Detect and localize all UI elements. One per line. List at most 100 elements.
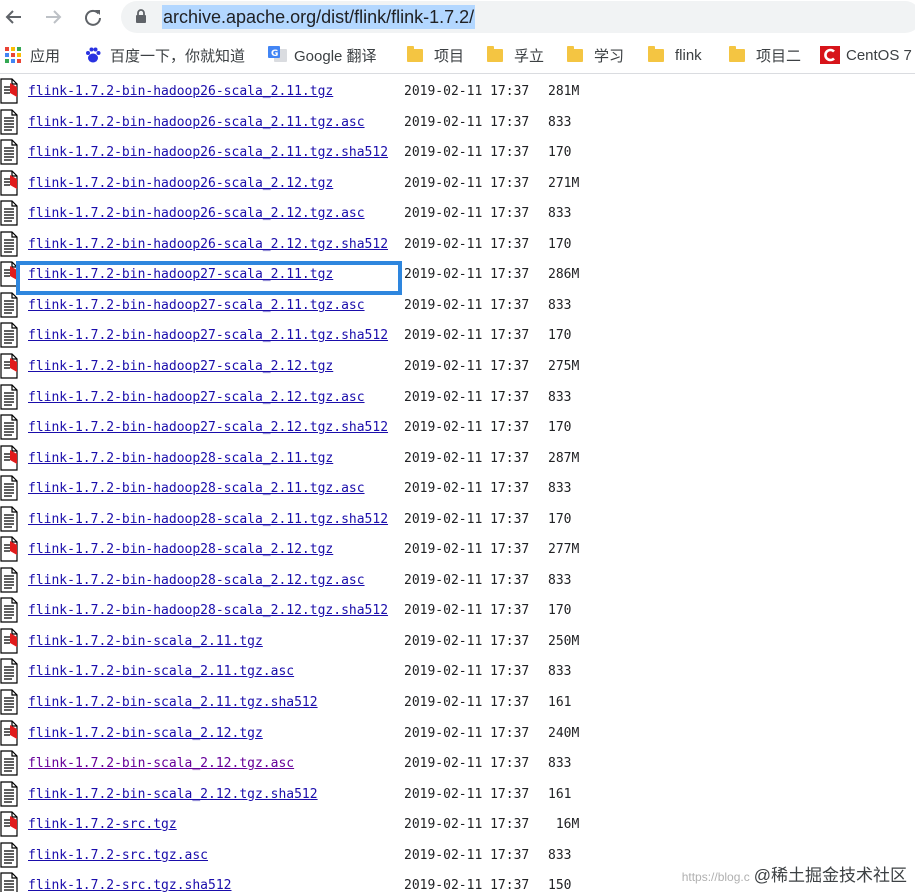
file-link[interactable]: flink-1.7.2-bin-hadoop28-scala_2.11.tgz.… [28, 512, 388, 527]
bookmark-folder-2[interactable]: 孚立 [487, 44, 544, 66]
file-link[interactable]: flink-1.7.2-bin-scala_2.11.tgz.sha512 [28, 695, 318, 710]
file-link[interactable]: flink-1.7.2-src.tgz.sha512 [28, 878, 232, 892]
table-row: flink-1.7.2-bin-hadoop26-scala_2.12.tgz.… [0, 230, 915, 260]
file-link[interactable]: flink-1.7.2-bin-scala_2.12.tgz [28, 726, 263, 741]
bookmark-label: 学习 [594, 47, 625, 65]
table-row: flink-1.7.2-bin-hadoop27-scala_2.11.tgz.… [0, 291, 915, 321]
file-date: 2019-02-11 17:37 [404, 236, 530, 252]
file-size: 833 [548, 756, 572, 772]
table-row: flink-1.7.2-bin-hadoop26-scala_2.11.tgz.… [0, 108, 915, 138]
file-link[interactable]: flink-1.7.2-bin-scala_2.12.tgz.sha512 [28, 787, 318, 802]
file-link[interactable]: flink-1.7.2-bin-hadoop28-scala_2.11.tgz.… [28, 481, 365, 496]
file-size: 833 [548, 847, 572, 863]
file-link[interactable]: flink-1.7.2-bin-hadoop27-scala_2.11.tgz.… [28, 328, 388, 343]
text-file-icon [0, 108, 19, 135]
text-file-icon [0, 567, 19, 593]
bookmark-label: Google 翻译 [294, 47, 377, 65]
file-link[interactable]: flink-1.7.2-bin-hadoop26-scala_2.12.tgz.… [28, 206, 365, 221]
file-date: 2019-02-11 17:37 [404, 145, 530, 161]
file-link[interactable]: flink-1.7.2-bin-hadoop28-scala_2.11.tgz [28, 451, 333, 466]
bookmark-google-translate[interactable]: G Google 翻译 [268, 44, 377, 66]
bookmark-centos[interactable]: CentOS 7 [820, 44, 912, 66]
file-link[interactable]: flink-1.7.2-bin-hadoop28-scala_2.12.tgz.… [28, 573, 365, 588]
table-row: flink-1.7.2-bin-hadoop27-scala_2.12.tgz.… [0, 413, 915, 443]
svg-text:G: G [271, 49, 278, 59]
table-row: flink-1.7.2-bin-hadoop28-scala_2.12.tgz.… [0, 596, 915, 626]
text-file-icon [0, 842, 19, 868]
file-date: 2019-02-11 17:37 [404, 114, 530, 130]
file-size: 833 [548, 664, 572, 680]
file-link[interactable]: flink-1.7.2-bin-hadoop27-scala_2.12.tgz.… [28, 420, 388, 435]
file-date: 2019-02-11 17:37 [404, 389, 530, 405]
file-size: 170 [548, 420, 572, 436]
table-row: flink-1.7.2-bin-hadoop26-scala_2.11.tgz.… [0, 138, 915, 168]
file-size: 833 [548, 114, 572, 130]
table-row: flink-1.7.2-bin-scala_2.11.tgz.asc 2019-0… [0, 657, 915, 687]
file-size: 170 [548, 236, 572, 252]
url-text[interactable]: archive.apache.org/dist/flink/flink-1.7.… [162, 5, 476, 29]
text-file-icon [0, 872, 19, 892]
file-date: 2019-02-11 17:37 [404, 756, 530, 772]
file-size: 275M [548, 358, 580, 374]
file-link[interactable]: flink-1.7.2-bin-hadoop26-scala_2.12.tgz.… [28, 237, 388, 252]
file-size: 833 [548, 572, 572, 588]
text-file-icon [0, 322, 19, 348]
file-link[interactable]: flink-1.7.2-src.tgz.asc [28, 848, 208, 863]
table-row: flink-1.7.2-bin-scala_2.12.tgz.asc 2019-0… [0, 749, 915, 779]
table-row: flink-1.7.2-bin-hadoop27-scala_2.12.tgz.… [0, 383, 915, 413]
archive-file-icon [0, 811, 19, 837]
file-date: 2019-02-11 17:37 [404, 206, 530, 222]
file-link[interactable]: flink-1.7.2-bin-scala_2.12.tgz.asc [28, 756, 294, 771]
file-link[interactable]: flink-1.7.2-bin-scala_2.11.tgz [28, 634, 263, 649]
file-link[interactable]: flink-1.7.2-bin-hadoop28-scala_2.12.tgz.… [28, 603, 388, 618]
bookmark-folder-4[interactable]: flink [648, 44, 702, 66]
file-link[interactable]: flink-1.7.2-bin-hadoop26-scala_2.11.tgz [28, 84, 333, 99]
file-size: 833 [548, 297, 572, 313]
file-size: 250M [548, 633, 580, 649]
archive-file-icon [0, 353, 19, 379]
file-size: 833 [548, 389, 572, 405]
file-link[interactable]: flink-1.7.2-bin-scala_2.11.tgz.asc [28, 664, 294, 679]
file-link[interactable]: flink-1.7.2-bin-hadoop28-scala_2.12.tgz [28, 542, 333, 557]
bookmark-folder-1[interactable]: 项目 [407, 44, 464, 66]
file-date: 2019-02-11 17:37 [404, 84, 530, 99]
file-date: 2019-02-11 17:37 [404, 175, 530, 191]
file-date: 2019-02-11 17:37 [404, 664, 530, 680]
file-date: 2019-02-11 17:37 [404, 572, 530, 588]
file-date: 2019-02-11 17:37 [404, 847, 530, 863]
file-link[interactable]: flink-1.7.2-bin-hadoop27-scala_2.12.tgz [28, 359, 333, 374]
forward-arrow-icon[interactable] [39, 3, 67, 31]
folder-icon [487, 45, 503, 62]
file-size: 240M [548, 725, 580, 741]
bookmark-apps[interactable]: 应用 [4, 44, 60, 66]
archive-file-icon [0, 170, 19, 196]
address-bar[interactable]: archive.apache.org/dist/flink/flink-1.7.… [121, 1, 915, 33]
watermark-faint-text: https://blog.c [681, 870, 750, 884]
bookmark-label: 百度一下，你就知道 [110, 47, 246, 65]
file-link[interactable]: flink-1.7.2-bin-hadoop26-scala_2.12.tgz [28, 176, 333, 191]
text-file-icon [0, 597, 19, 623]
file-link[interactable]: flink-1.7.2-src.tgz [28, 817, 177, 832]
file-date: 2019-02-11 17:37 [404, 542, 530, 558]
reload-icon[interactable] [79, 3, 107, 31]
folder-icon [729, 45, 745, 62]
file-link[interactable]: flink-1.7.2-bin-hadoop27-scala_2.12.tgz.… [28, 390, 365, 405]
file-link[interactable]: flink-1.7.2-bin-hadoop26-scala_2.11.tgz.… [28, 145, 388, 160]
file-link[interactable]: flink-1.7.2-bin-hadoop27-scala_2.11.tgz.… [28, 298, 365, 313]
file-date: 2019-02-11 17:37 [404, 786, 530, 802]
bookmark-folder-3[interactable]: 学习 [567, 44, 624, 66]
file-date: 2019-02-11 17:37 [404, 450, 530, 466]
file-link[interactable]: flink-1.7.2-bin-hadoop26-scala_2.11.tgz.… [28, 115, 365, 130]
file-date: 2019-02-11 17:37 [404, 603, 530, 619]
baidu-paw-icon [84, 46, 102, 64]
back-arrow-icon[interactable] [0, 3, 28, 31]
table-row: flink-1.7.2-bin-scala_2.12.tgz.sha512 201… [0, 780, 915, 810]
bookmark-label: CentOS 7 [846, 46, 912, 64]
file-size: 170 [548, 328, 572, 344]
bookmark-baidu[interactable]: 百度一下，你就知道 [84, 44, 245, 66]
table-row: flink-1.7.2-bin-scala_2.12.tgz 2019-02-11… [0, 719, 915, 749]
text-file-icon [0, 506, 19, 532]
bookmark-folder-5[interactable]: 项目二 [729, 44, 801, 66]
file-size: 277M [548, 542, 580, 558]
archive-file-icon [0, 78, 19, 104]
